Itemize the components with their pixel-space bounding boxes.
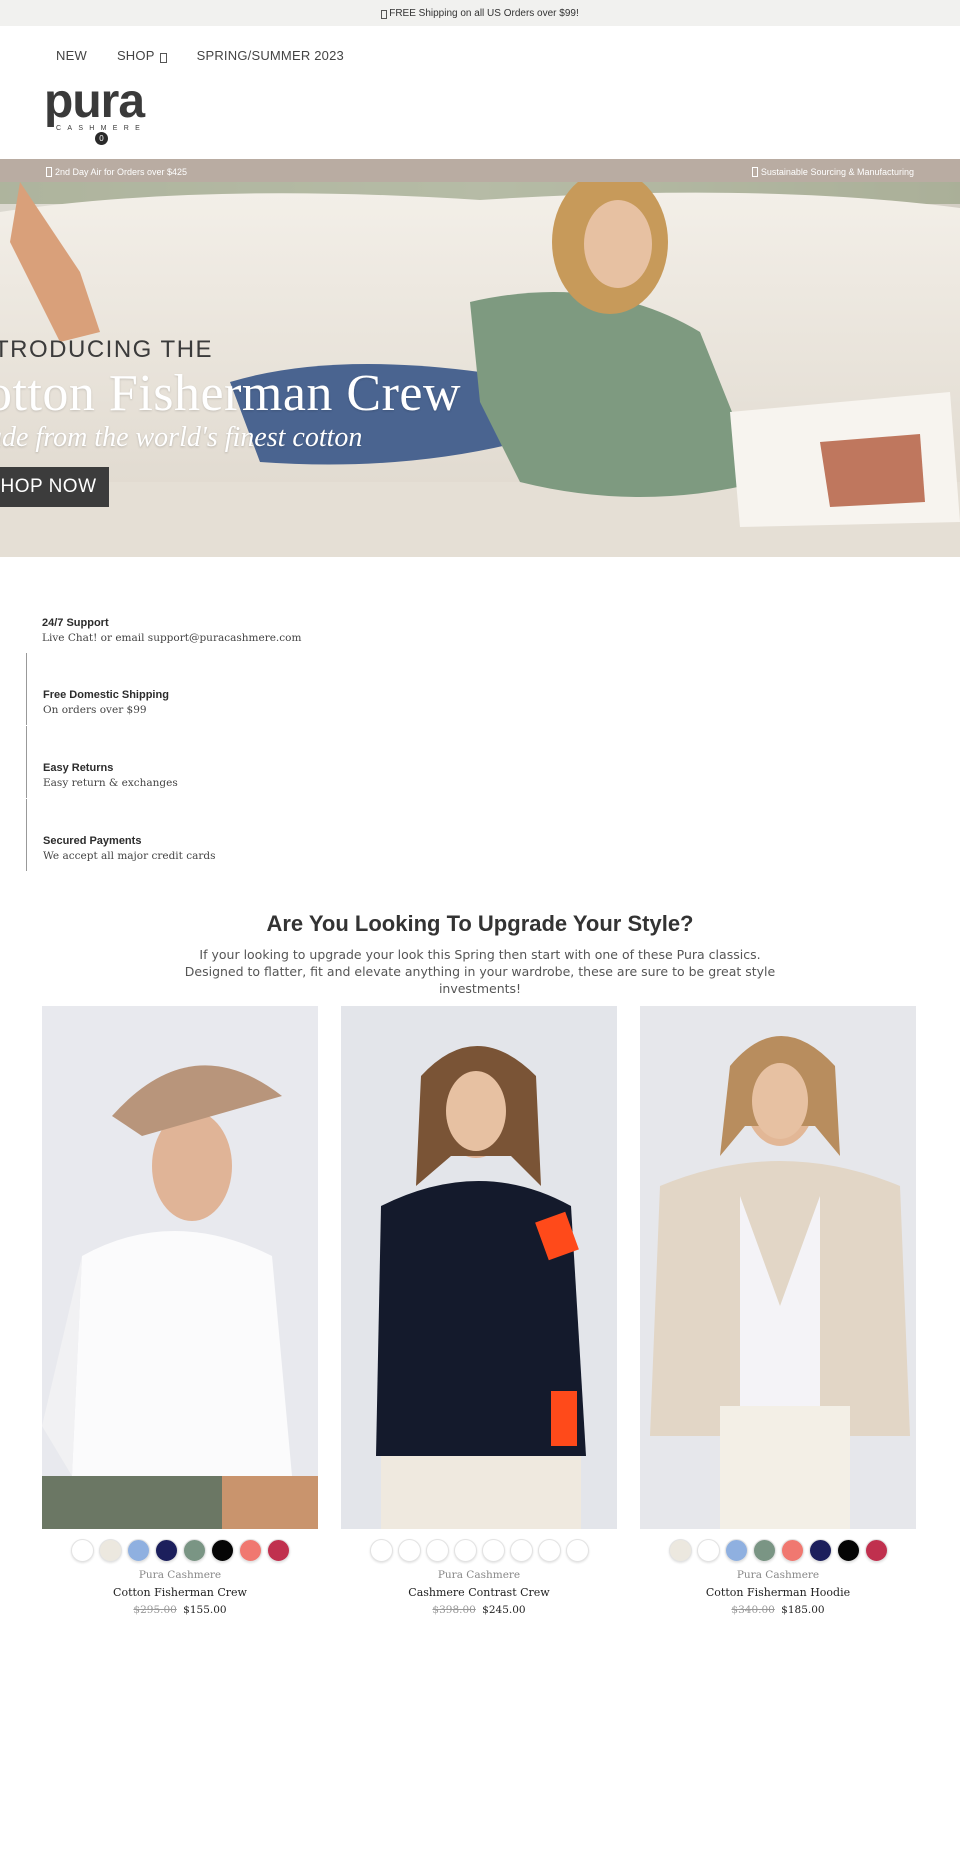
product-brand: Pura Cashmere (437, 1569, 521, 1581)
color-swatch[interactable] (752, 1539, 776, 1562)
color-swatch[interactable] (238, 1539, 262, 1562)
color-swatch[interactable] (780, 1539, 804, 1562)
product-image[interactable] (42, 1006, 318, 1529)
logo-wordmark: pura (44, 82, 145, 128)
product-image[interactable] (640, 1006, 916, 1529)
color-swatch[interactable] (453, 1539, 477, 1562)
original-price: $340.00 (731, 1604, 775, 1616)
promo-bar: 2nd Day Air for Orders over $425 Sustain… (0, 159, 960, 182)
color-swatch[interactable] (537, 1539, 561, 1562)
product-photo (341, 1006, 617, 1529)
promo-right-text: Sustainable Sourcing & Manufacturing (760, 166, 914, 177)
color-swatch[interactable] (668, 1539, 692, 1562)
logo-tagline: CASHMERE (56, 125, 146, 132)
color-swatch[interactable] (724, 1539, 748, 1562)
product-price: $295.00 $155.00 (42, 1604, 318, 1616)
hero-tagline: ade from the world's finest cotton (0, 422, 363, 453)
color-swatch[interactable] (210, 1539, 234, 1562)
cart-count: 0 (99, 134, 104, 143)
product-brand: Pura Cashmere (736, 1569, 820, 1581)
feature-shipping: Free Domestic Shipping On orders over $9… (26, 653, 426, 725)
promo-left-text: 2nd Day Air for Orders over $425 (55, 166, 188, 177)
section-title: Are You Looking To Upgrade Your Style? (266, 911, 694, 936)
pura-logo[interactable]: pura CASHMERE (44, 82, 168, 138)
color-swatch[interactable] (182, 1539, 206, 1562)
leaf-icon (751, 166, 758, 177)
color-swatch[interactable] (70, 1539, 94, 1562)
sale-price: $155.00 (183, 1604, 227, 1616)
feature-desc: Easy return & exchanges (43, 777, 178, 789)
product-card[interactable]: Pura Cashmere Cotton Fisherman Crew $295… (42, 1006, 318, 1616)
announcement-text: FREE Shipping on all US Orders over $99! (389, 7, 579, 19)
original-price: $295.00 (133, 1604, 177, 1616)
color-swatch[interactable] (425, 1539, 449, 1562)
product-photo (42, 1006, 318, 1529)
color-swatches (42, 1539, 318, 1562)
nav-item-spring-summer[interactable]: SPRING/SUMMER 2023 (197, 48, 344, 63)
color-swatch[interactable] (565, 1539, 589, 1562)
feature-title: Free Domestic Shipping (43, 689, 169, 701)
color-swatch[interactable] (696, 1539, 720, 1562)
product-card[interactable]: Pura Cashmere Cotton Fisherman Hoodie $3… (640, 1006, 916, 1616)
truck-icon (381, 9, 388, 19)
product-name[interactable]: Cashmere Contrast Crew (341, 1586, 617, 1599)
cart-count-badge[interactable]: 0 (95, 132, 108, 145)
hero-banner[interactable]: TRODUCING THE otton Fisherman Crew ade f… (0, 182, 960, 557)
color-swatch[interactable] (864, 1539, 888, 1562)
color-swatch[interactable] (808, 1539, 832, 1562)
shop-now-button[interactable]: HOP NOW (0, 467, 109, 507)
announcement-bar: FREE Shipping on all US Orders over $99! (0, 0, 960, 26)
main-nav: NEW SHOP SPRING/SUMMER 2023 (56, 48, 374, 63)
feature-title: 24/7 Support (42, 617, 109, 629)
nav-item-new[interactable]: NEW (56, 48, 87, 63)
product-price: $398.00 $245.00 (341, 1604, 617, 1616)
chevron-down-icon (159, 52, 167, 63)
feature-desc: We accept all major credit cards (43, 850, 216, 862)
color-swatch[interactable] (369, 1539, 393, 1562)
product-card[interactable]: Pura Cashmere Cashmere Contrast Crew $39… (341, 1006, 617, 1616)
color-swatches (341, 1539, 617, 1562)
sale-price: $185.00 (781, 1604, 825, 1616)
sale-price: $245.00 (482, 1604, 526, 1616)
product-name[interactable]: Cotton Fisherman Crew (42, 1586, 318, 1599)
feature-returns: Easy Returns Easy return & exchanges (26, 726, 426, 798)
color-swatch[interactable] (266, 1539, 290, 1562)
nav-item-label: SHOP (116, 48, 155, 63)
original-price: $398.00 (432, 1604, 476, 1616)
nav-item-label: SPRING/SUMMER 2023 (196, 48, 344, 63)
feature-desc: Live Chat! or email support@puracashmere… (42, 632, 302, 644)
section-subtitle: If your looking to upgrade your look thi… (184, 947, 776, 996)
feature-desc: On orders over $99 (43, 704, 147, 716)
promo-left: 2nd Day Air for Orders over $425 (46, 165, 187, 177)
nav-item-label: NEW (56, 48, 87, 63)
product-image[interactable] (341, 1006, 617, 1529)
product-name[interactable]: Cotton Fisherman Hoodie (640, 1586, 916, 1599)
color-swatch[interactable] (509, 1539, 533, 1562)
hero-eyebrow: TRODUCING THE (0, 336, 214, 363)
color-swatch[interactable] (126, 1539, 150, 1562)
color-swatch[interactable] (397, 1539, 421, 1562)
nav-item-shop[interactable]: SHOP (117, 48, 167, 63)
feature-payments: Secured Payments We accept all major cre… (26, 799, 426, 871)
product-photo (640, 1006, 916, 1529)
hero-headline: otton Fisherman Crew (0, 365, 462, 422)
color-swatch[interactable] (98, 1539, 122, 1562)
color-swatch[interactable] (481, 1539, 505, 1562)
color-swatch[interactable] (836, 1539, 860, 1562)
feature-title: Secured Payments (43, 835, 142, 847)
plane-icon (46, 166, 52, 177)
product-price: $340.00 $185.00 (640, 1604, 916, 1616)
feature-title: Easy Returns (43, 762, 114, 774)
color-swatches (640, 1539, 916, 1562)
color-swatch[interactable] (154, 1539, 178, 1562)
product-brand: Pura Cashmere (138, 1569, 222, 1581)
promo-right: Sustainable Sourcing & Manufacturing (751, 165, 914, 177)
